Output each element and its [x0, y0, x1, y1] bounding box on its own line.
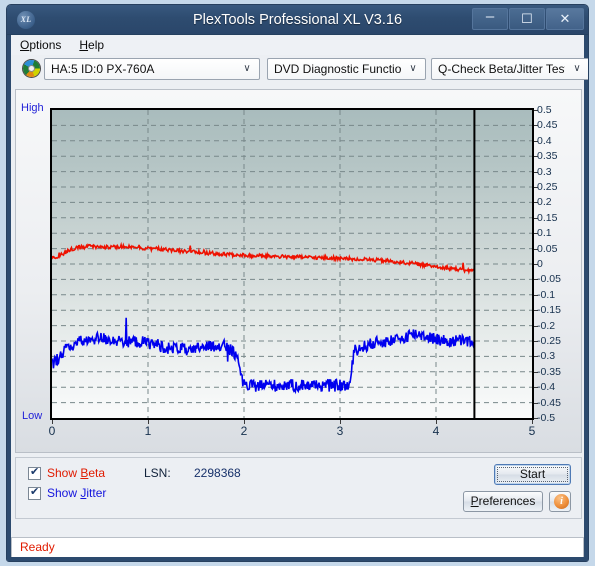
- x-tick-label: 5: [528, 424, 536, 438]
- y-tick-label: -0.15: [537, 304, 561, 317]
- y-tick-label: -0.45: [537, 396, 561, 409]
- y-tick-label: 0.15: [537, 211, 558, 224]
- test-select-value: Q-Check Beta/Jitter Test: [438, 62, 565, 76]
- y-tick-label: -0.05: [537, 273, 561, 286]
- disc-icon: [23, 60, 40, 77]
- show-jitter-checkbox[interactable]: [28, 486, 41, 500]
- x-tick-label: 1: [144, 424, 152, 438]
- function-select[interactable]: DVD Diagnostic Functions ∨: [267, 58, 426, 80]
- maximize-icon: ☐: [521, 11, 533, 26]
- y-tick-label: 0.5: [537, 104, 552, 116]
- y-tick-label: 0: [537, 258, 543, 270]
- menu-help-label: elp: [88, 38, 105, 52]
- y-tick-label: -0.2: [537, 319, 556, 332]
- show-beta-label: Show Beta: [47, 466, 106, 480]
- application-window: XL PlexTools Professional XL V3.16 – ☐ ✕…: [6, 4, 589, 562]
- minimize-icon: –: [485, 8, 495, 25]
- y-tick-label: 0.4: [537, 134, 552, 147]
- series-show-jitter: [52, 318, 474, 392]
- chart-panel: High Low 0.5 0.45 0.4 0.35 0.3 0.25 0.2 0.15 0.1…: [15, 89, 582, 453]
- lsn-label: LSN:: [144, 466, 171, 480]
- y-tick-label: 0.1: [537, 227, 552, 240]
- minimize-button[interactable]: –: [472, 8, 508, 30]
- focus-outline: [497, 467, 568, 482]
- x-tick-label: 3: [336, 424, 344, 438]
- axis-label-high: High: [21, 102, 44, 114]
- drive-select-value: HA:5 ID:0 PX-760A: [51, 62, 155, 76]
- x-tick-label: 0: [48, 424, 56, 438]
- y-tick-label: -0.5: [537, 412, 556, 424]
- y-tick-label: 0.35: [537, 150, 558, 163]
- test-select[interactable]: Q-Check Beta/Jitter Test ∨: [431, 58, 588, 80]
- lsn-value: 2298368: [194, 466, 241, 480]
- toolbar: HA:5 ID:0 PX-760A ∨ DVD Diagnostic Funct…: [11, 55, 588, 83]
- y-tick-label: 0.05: [537, 242, 558, 255]
- y-tick-label: 0.25: [537, 181, 558, 193]
- menu-item-options[interactable]: Options: [11, 35, 70, 55]
- status-text: Ready: [20, 540, 55, 554]
- x-tick-label: 2: [240, 424, 248, 438]
- y-tick-label: 0.2: [537, 196, 552, 209]
- info-button[interactable]: i: [549, 491, 571, 512]
- y-tick-label: -0.4: [537, 381, 556, 394]
- info-icon: i: [554, 494, 569, 509]
- menu-bar: Options Help: [11, 35, 584, 56]
- status-bar: Ready: [11, 537, 584, 557]
- plot-area[interactable]: [50, 108, 534, 420]
- start-button[interactable]: Start: [494, 464, 571, 485]
- axis-label-low: Low: [22, 410, 43, 422]
- y-tick-label: -0.25: [537, 335, 561, 347]
- y-tick-label: 0.3: [537, 165, 552, 178]
- chevron-down-icon: ∨: [243, 63, 251, 74]
- chevron-down-icon: ∨: [409, 63, 417, 74]
- close-icon: ✕: [559, 11, 571, 26]
- show-jitter-label: Show Jitter: [47, 486, 107, 500]
- close-button[interactable]: ✕: [546, 8, 584, 30]
- preferences-button[interactable]: Preferences: [463, 491, 543, 512]
- x-tick-label: 4: [432, 424, 440, 438]
- function-select-value: DVD Diagnostic Functions: [274, 62, 401, 76]
- y-tick-label: -0.35: [537, 365, 561, 378]
- y-tick-label: -0.3: [537, 350, 556, 363]
- maximize-button[interactable]: ☐: [509, 8, 545, 30]
- chevron-down-icon: ∨: [573, 63, 581, 74]
- drive-select[interactable]: HA:5 ID:0 PX-760A ∨: [44, 58, 260, 80]
- options-panel: Show Beta Show Jitter LSN: 2298368 Start…: [15, 457, 582, 519]
- y-tick-label: 0.45: [537, 119, 558, 132]
- plot-svg: [52, 110, 532, 418]
- menu-options-label: ptions: [29, 38, 62, 52]
- y-tick-label: -0.1: [537, 288, 556, 301]
- title-bar: XL PlexTools Professional XL V3.16 – ☐ ✕: [7, 5, 588, 35]
- menu-item-help[interactable]: Help: [70, 35, 113, 55]
- show-beta-checkbox[interactable]: [28, 466, 41, 480]
- preferences-button-label: Preferences: [470, 494, 536, 508]
